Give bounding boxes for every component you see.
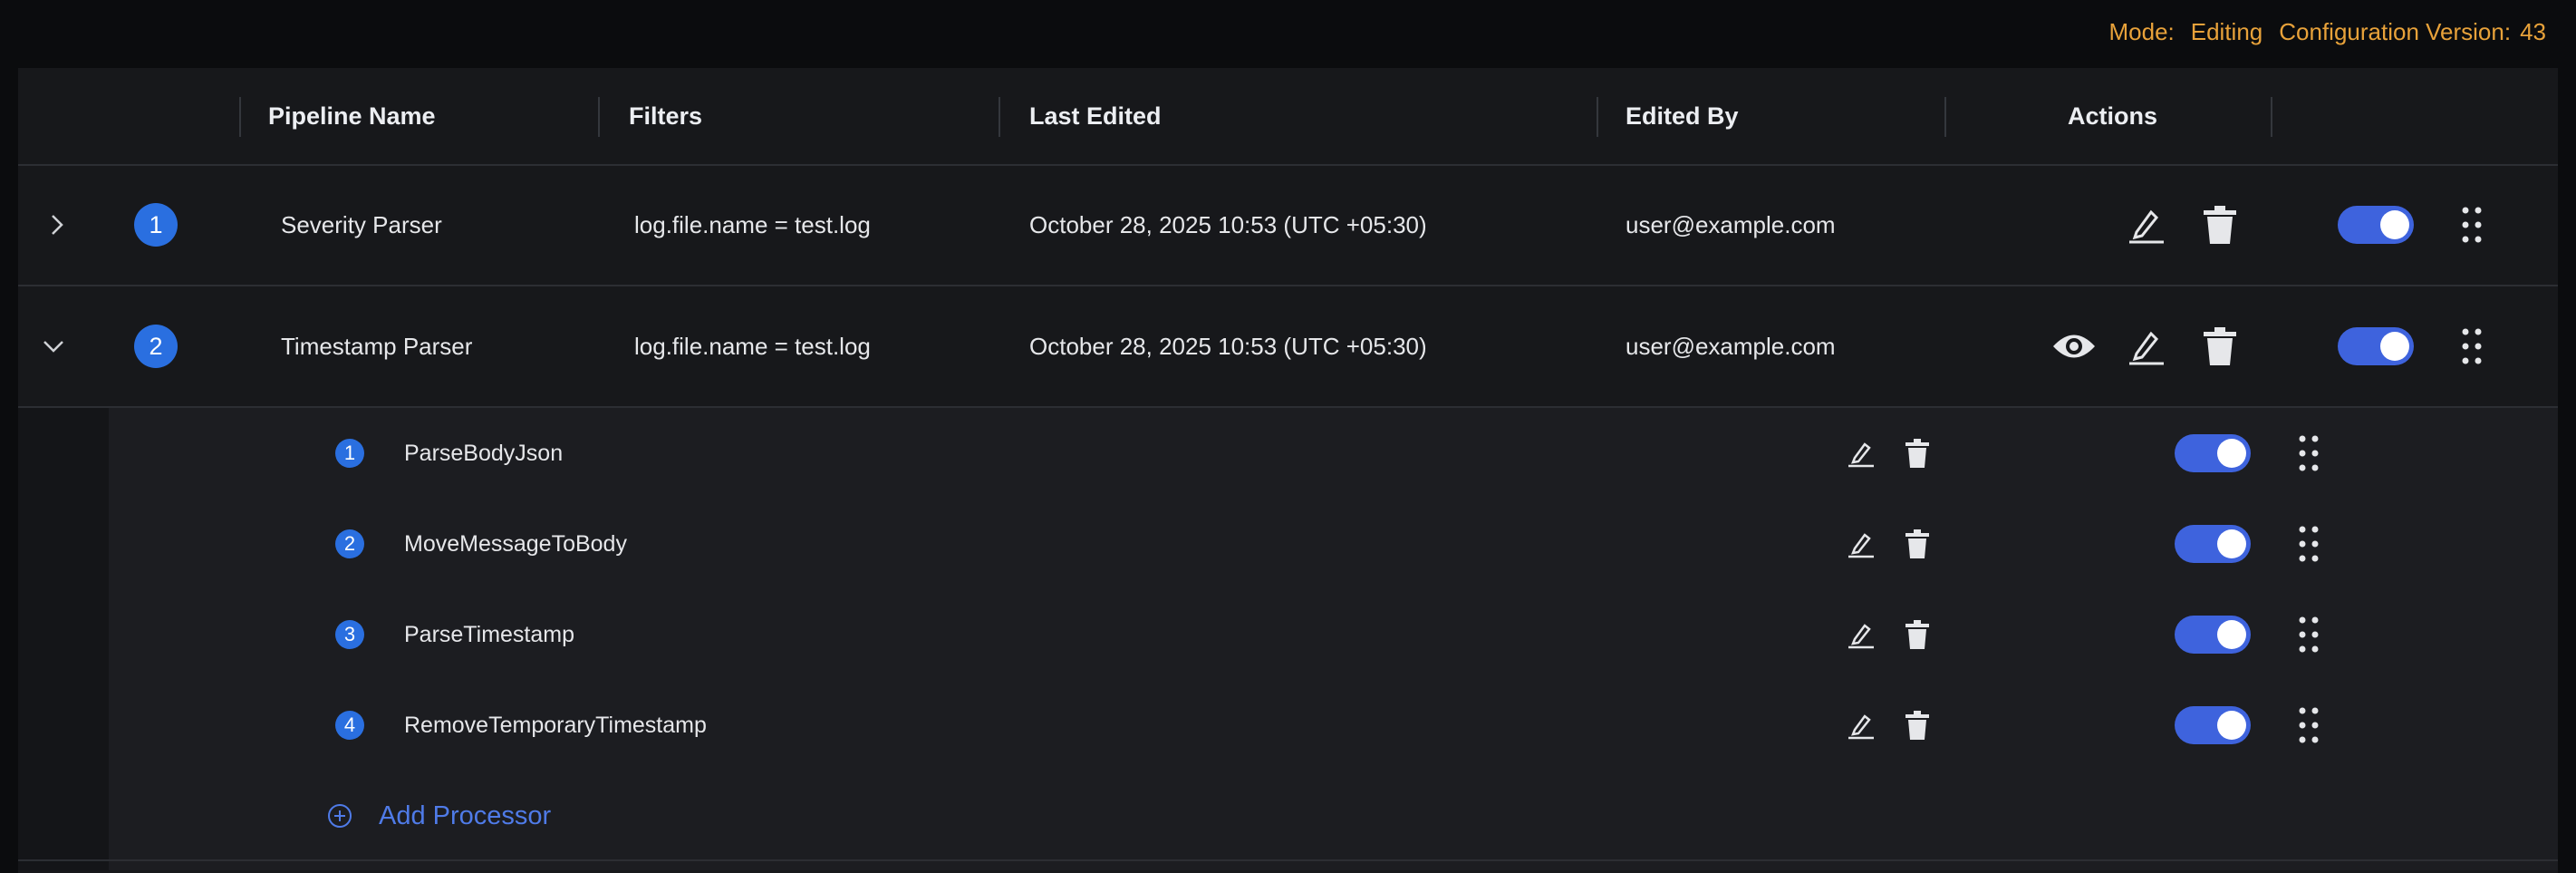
processor-row[interactable]: 1 ParseBodyJson (109, 408, 2558, 499)
config-version-label: Configuration Version: (2279, 18, 2512, 45)
pipeline-last-edited: October 28, 2025 10:53 (UTC +05:30) (1029, 332, 1427, 360)
column-divider (999, 97, 1000, 137)
chevron-right-icon[interactable] (43, 165, 71, 285)
column-divider (598, 97, 600, 137)
mode-value: Editing (2190, 18, 2263, 45)
add-processor-label: Add Processor (379, 800, 552, 830)
processor-index-badge: 2 (335, 529, 364, 558)
col-last-edited[interactable]: Last Edited (1029, 68, 1162, 164)
plus-circle-icon (328, 804, 352, 828)
delete-icon[interactable] (1905, 589, 1930, 680)
pipeline-name: Timestamp Parser (281, 332, 473, 360)
edit-icon[interactable] (1847, 680, 1876, 771)
drag-handle-icon[interactable] (2298, 408, 2320, 499)
pipeline-index-badge: 1 (134, 203, 178, 247)
column-divider (239, 97, 241, 137)
processor-index-badge: 3 (335, 620, 364, 649)
column-divider (2271, 97, 2272, 137)
pipeline-enabled-toggle[interactable] (2338, 327, 2414, 365)
processor-name: ParseBodyJson (404, 440, 564, 466)
col-pipeline-name[interactable]: Pipeline Name (268, 68, 436, 164)
mode-label: Mode: (2108, 18, 2175, 45)
edit-icon[interactable] (2126, 286, 2166, 406)
drag-handle-icon[interactable] (2298, 589, 2320, 680)
processor-enabled-toggle[interactable] (2175, 616, 2251, 654)
drag-handle-icon[interactable] (2298, 680, 2320, 771)
processor-index-badge: 4 (335, 711, 364, 740)
processor-row[interactable]: 4 RemoveTemporaryTimestamp (109, 680, 2558, 771)
pipeline-filter: log.file.name = test.log (634, 332, 871, 360)
pipeline-row[interactable]: 2 Timestamp Parser log.file.name = test.… (18, 286, 2558, 408)
delete-icon[interactable] (1905, 499, 1930, 589)
edit-icon[interactable] (2126, 165, 2166, 285)
pipeline-edited-by: user@example.com (1626, 332, 1836, 360)
pipeline-name: Severity Parser (281, 210, 442, 238)
pipeline-filter: log.file.name = test.log (634, 210, 871, 238)
delete-icon[interactable] (1905, 408, 1930, 499)
processor-name: RemoveTemporaryTimestamp (404, 712, 707, 738)
processor-name: MoveMessageToBody (404, 530, 627, 557)
delete-icon[interactable] (2202, 165, 2238, 285)
edit-icon[interactable] (1847, 408, 1876, 499)
chevron-down-icon[interactable] (40, 286, 67, 406)
eye-icon[interactable] (2051, 286, 2097, 406)
processor-row[interactable]: 2 MoveMessageToBody (109, 499, 2558, 589)
processor-enabled-toggle[interactable] (2175, 706, 2251, 744)
pipeline-index-badge: 2 (134, 325, 178, 368)
table-bottom-border (18, 859, 2558, 861)
col-actions: Actions (2068, 102, 2158, 130)
col-filters[interactable]: Filters (629, 68, 702, 164)
mode-indicator: Mode: Editing Configuration Version: 43 (2108, 18, 2546, 46)
edit-icon[interactable] (1847, 499, 1876, 589)
processor-name: ParseTimestamp (404, 621, 575, 647)
processors-panel: 1 ParseBodyJson 2 MoveMessageToBody 3 Pa… (18, 408, 2558, 870)
pipeline-edited-by: user@example.com (1626, 210, 1836, 238)
column-divider (1597, 97, 1598, 137)
pipelines-table: Pipeline Name Filters Last Edited Edited… (18, 68, 2558, 873)
delete-icon[interactable] (2202, 286, 2238, 406)
drag-handle-icon[interactable] (2461, 165, 2483, 285)
col-edited-by[interactable]: Edited By (1626, 68, 1739, 164)
processor-row[interactable]: 3 ParseTimestamp (109, 589, 2558, 680)
pipeline-last-edited: October 28, 2025 10:53 (UTC +05:30) (1029, 210, 1427, 238)
processor-index-badge: 1 (335, 439, 364, 468)
column-divider (1944, 97, 1946, 137)
add-processor-button[interactable]: Add Processor (326, 771, 551, 861)
drag-handle-icon[interactable] (2298, 499, 2320, 589)
processor-enabled-toggle[interactable] (2175, 525, 2251, 563)
processor-enabled-toggle[interactable] (2175, 434, 2251, 472)
pipeline-row[interactable]: 1 Severity Parser log.file.name = test.l… (18, 165, 2558, 286)
pipeline-enabled-toggle[interactable] (2338, 206, 2414, 244)
table-header: Pipeline Name Filters Last Edited Edited… (18, 68, 2558, 166)
edit-icon[interactable] (1847, 589, 1876, 680)
drag-handle-icon[interactable] (2461, 286, 2483, 406)
config-version-value: 43 (2520, 18, 2546, 45)
delete-icon[interactable] (1905, 680, 1930, 771)
